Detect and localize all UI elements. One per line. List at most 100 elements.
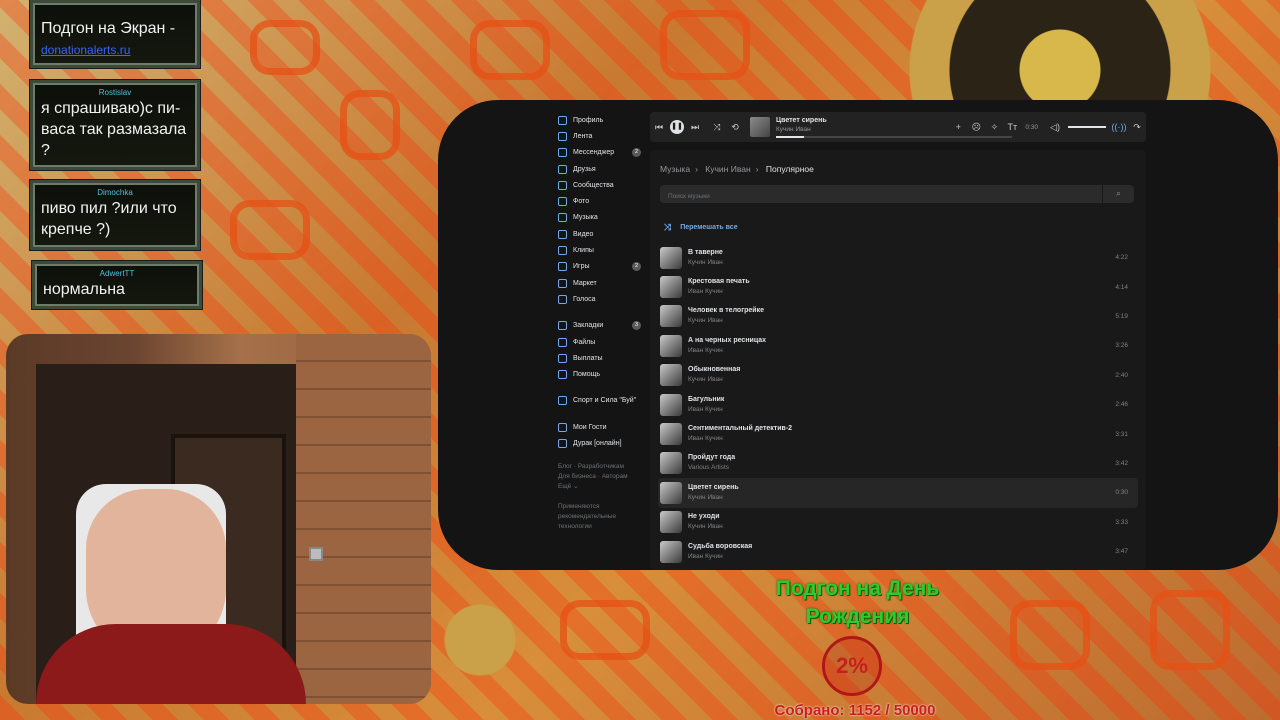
track-artist[interactable]: Иван Кучин: [688, 552, 752, 562]
nav-icon: [558, 422, 567, 432]
playback-progress[interactable]: [776, 136, 1012, 138]
track-row[interactable]: Сентиментальный детектив-2 Иван Кучин 3:31: [658, 419, 1138, 448]
add-icon[interactable]: +: [949, 122, 967, 132]
track-artist[interactable]: Кучин Иван: [688, 522, 723, 532]
track-cover[interactable]: [660, 481, 682, 504]
breadcrumb-music[interactable]: Музыка: [660, 164, 690, 174]
nav-icon: [558, 246, 567, 256]
shuffle-all-button[interactable]: ⤨ Перемешать все: [664, 222, 738, 233]
track-artist[interactable]: Иван Кучин: [688, 405, 724, 415]
track-cover[interactable]: [660, 334, 682, 357]
track-artist[interactable]: Кучин Иван: [688, 375, 740, 385]
track-cover[interactable]: [660, 305, 682, 328]
donation-link[interactable]: donationalerts.ru: [41, 43, 130, 57]
track-row[interactable]: Пройдут года Various Artists 3:42: [658, 449, 1138, 478]
sparkle-icon[interactable]: ✧: [985, 122, 1003, 133]
track-duration: 4:22: [1115, 254, 1128, 262]
breadcrumb-artist[interactable]: Кучин Иван: [705, 164, 750, 174]
track-row[interactable]: В таверне Кучин Иван 4:22: [658, 243, 1138, 272]
pause-button[interactable]: ❚❚: [670, 120, 684, 134]
sidebar-item[interactable]: Сообщества: [558, 177, 658, 193]
shuffle-icon: ⤨: [664, 222, 672, 232]
track-duration: 5:19: [1115, 312, 1128, 320]
lyrics-icon[interactable]: Tт: [1003, 122, 1021, 132]
sidebar-item[interactable]: Помощь: [558, 366, 658, 382]
broadcast-icon[interactable]: ((·)): [1110, 122, 1128, 132]
track-cover[interactable]: [660, 452, 682, 475]
count-badge: 2: [632, 148, 641, 158]
sidebar-item[interactable]: Музыка: [558, 210, 658, 226]
track-cover[interactable]: [660, 246, 682, 269]
track-cover[interactable]: [660, 364, 682, 387]
recommendation-note[interactable]: Применяются рекомендательные технологии: [558, 502, 630, 532]
track-cover[interactable]: [660, 276, 682, 299]
track-artist[interactable]: Various Artists: [688, 463, 735, 473]
track-cover[interactable]: [660, 540, 682, 563]
footer-line[interactable]: Блог · Разработчикам: [558, 462, 658, 472]
sidebar-item[interactable]: Фото: [558, 193, 658, 209]
search-input[interactable]: [660, 187, 1100, 206]
track-row[interactable]: Человек в телогрейке Кучин Иван 5:19: [658, 302, 1138, 331]
sidebar-item[interactable]: Друзья: [558, 161, 658, 177]
sidebar-item[interactable]: Закладки 3: [558, 318, 658, 334]
bg-decoration: [250, 20, 320, 75]
sidebar-item[interactable]: Игры 2: [558, 259, 658, 275]
track-row[interactable]: Обыкновенная Кучин Иван 2:40: [658, 361, 1138, 390]
sidebar-item[interactable]: Профиль: [558, 112, 658, 128]
track-row[interactable]: Судьба воровская Иван Кучин 3:47: [658, 537, 1138, 566]
track-artist[interactable]: Иван Кучин: [688, 434, 792, 444]
footer-line[interactable]: Для бизнеса · Авторам: [558, 472, 658, 482]
sidebar-item[interactable]: Видео: [558, 226, 658, 242]
track-artist[interactable]: Кучин Иван: [688, 493, 739, 503]
track-meta: Сентиментальный детектив-2 Иван Кучин: [688, 424, 792, 444]
track-artist[interactable]: Иван Кучин: [688, 287, 750, 297]
track-row[interactable]: А на черных ресницах Иван Кучин 3:26: [658, 331, 1138, 360]
track-duration: 3:33: [1115, 518, 1128, 526]
goal-title-line: Рождения: [805, 605, 910, 628]
sidebar-item[interactable]: Маркет: [558, 275, 658, 291]
repeat-icon[interactable]: ⟲: [726, 122, 744, 133]
track-cover[interactable]: [660, 393, 682, 416]
track-title: Человек в телогрейке: [688, 307, 764, 315]
sidebar-item[interactable]: Мессенджер 2: [558, 145, 658, 161]
track-row[interactable]: Цветет сирень Кучин Иван 0:30: [658, 478, 1138, 508]
sidebar-item-group[interactable]: Спорт и Сила "Буй": [558, 393, 658, 409]
sidebar-item-label: Лента: [573, 132, 593, 140]
track-row[interactable]: Багульник Иван Кучин 2:46: [658, 390, 1138, 419]
sidebar-item[interactable]: Клипы: [558, 242, 658, 258]
sidebar-item[interactable]: Выплаты: [558, 350, 658, 366]
share-icon[interactable]: ↷: [1128, 122, 1146, 133]
footer-links[interactable]: Блог · Разработчикам Для бизнеса · Автор…: [558, 462, 658, 492]
track-artist[interactable]: Кучин Иван: [688, 316, 764, 326]
track-title: Багульник: [688, 395, 725, 403]
sidebar-item-label: Голоса: [573, 295, 596, 303]
shuffle-icon[interactable]: ⤨: [708, 122, 726, 133]
track-artist[interactable]: Иван Кучин: [688, 346, 766, 356]
track-cover[interactable]: [660, 423, 682, 446]
track-row[interactable]: Не уходи Кучин Иван 3:33: [658, 508, 1138, 537]
sidebar-item[interactable]: Дурак [онлайн]: [558, 435, 658, 451]
now-playing-artist[interactable]: Кучин Иван: [776, 125, 936, 134]
sidebar-item-label: Маркет: [573, 279, 597, 287]
search-icon[interactable]: ⌕: [1102, 185, 1134, 203]
dislike-icon[interactable]: ☹: [967, 122, 985, 133]
now-playing-cover: [750, 117, 770, 137]
sidebar-item[interactable]: Голоса: [558, 291, 658, 307]
track-meta: Обыкновенная Кучин Иван: [688, 365, 740, 385]
prev-track-icon[interactable]: ⏮: [650, 122, 668, 133]
sidebar-item[interactable]: Лента: [558, 128, 658, 144]
sidebar-item[interactable]: Мои Гости: [558, 419, 658, 435]
footer-more[interactable]: Ещё ⌄: [558, 482, 658, 492]
track-artist[interactable]: Кучин Иван: [688, 258, 723, 268]
track-row[interactable]: Крестовая печать Иван Кучин 4:14: [658, 272, 1138, 301]
sidebar-item-label: Фото: [573, 198, 590, 206]
sidebar-item-label: Клипы: [573, 247, 594, 255]
volume-icon[interactable]: ◁): [1046, 122, 1064, 133]
sidebar-item[interactable]: Файлы: [558, 334, 658, 350]
count-badge: 3: [632, 321, 641, 331]
next-track-icon[interactable]: ⏭: [686, 122, 704, 133]
track-cover[interactable]: [660, 511, 682, 534]
volume-slider[interactable]: [1068, 126, 1106, 128]
bg-decoration: [660, 10, 750, 80]
chevron-right-icon: ›: [755, 164, 759, 174]
